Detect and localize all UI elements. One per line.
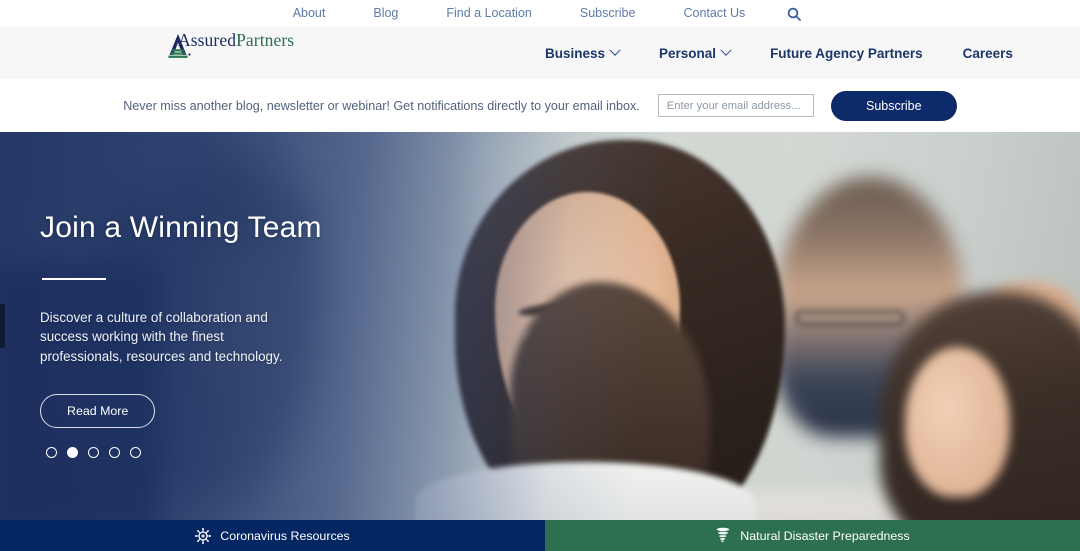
hero-title: Join a Winning Team xyxy=(40,211,322,244)
nav-item-careers-label: Careers xyxy=(962,45,1013,61)
banner-natural-disaster-preparedness[interactable]: Natural Disaster Preparedness xyxy=(545,520,1080,551)
email-input[interactable] xyxy=(657,94,814,117)
tornado-icon xyxy=(715,527,731,544)
carousel-prev-arrow[interactable] xyxy=(0,304,5,348)
main-navigation: Business Personal Future Agency Partners… xyxy=(545,27,1013,79)
search-icon xyxy=(787,7,802,21)
brand-word-partners: Partners xyxy=(236,30,295,50)
nav-item-personal-label: Personal xyxy=(659,45,717,61)
nav-item-personal[interactable]: Personal xyxy=(659,44,732,61)
carousel-dots xyxy=(46,447,141,458)
chevron-down-icon xyxy=(609,44,621,56)
brand-logo[interactable]: AssuredPartners xyxy=(168,31,294,58)
search-button[interactable] xyxy=(769,7,811,21)
utility-link-contact-us[interactable]: Contact Us xyxy=(659,0,769,27)
chevron-down-icon xyxy=(720,44,732,56)
banner-coronavirus-label: Coronavirus Resources xyxy=(220,528,350,543)
carousel-dot-3[interactable] xyxy=(88,447,99,458)
nav-item-business-label: Business xyxy=(545,45,606,61)
carousel-dot-5[interactable] xyxy=(130,447,141,458)
newsletter-subscribe-bar: Never miss another blog, newsletter or w… xyxy=(0,79,1080,132)
subscribe-button[interactable]: Subscribe xyxy=(830,90,957,121)
hero-body-text: Discover a culture of collaboration and … xyxy=(40,309,283,364)
main-header: AssuredPartners Business Personal Future… xyxy=(0,27,1080,79)
banner-coronavirus-resources[interactable]: Coronavirus Resources xyxy=(0,520,545,551)
nav-item-future-agency-partners[interactable]: Future Agency Partners xyxy=(770,46,923,61)
carousel-dot-4[interactable] xyxy=(109,447,120,458)
nav-item-future-agency-partners-label: Future Agency Partners xyxy=(770,45,923,61)
utility-link-blog[interactable]: Blog xyxy=(349,0,422,27)
utility-navigation-bar: About Blog Find a Location Subscribe Con… xyxy=(0,0,1080,27)
hero-carousel: Join a Winning Team Discover a culture o… xyxy=(0,132,1080,520)
virus-icon xyxy=(195,527,212,544)
read-more-button[interactable]: Read More xyxy=(40,394,156,429)
page-root: About Blog Find a Location Subscribe Con… xyxy=(0,0,1080,551)
utility-link-subscribe[interactable]: Subscribe xyxy=(556,0,660,27)
bottom-banner-row: Coronavirus Resources Natural Disaster P… xyxy=(0,520,1080,551)
banner-disaster-label: Natural Disaster Preparedness xyxy=(740,528,910,543)
nav-item-careers[interactable]: Careers xyxy=(963,46,1013,61)
nav-item-business[interactable]: Business xyxy=(545,44,621,61)
carousel-dot-1[interactable] xyxy=(46,447,57,458)
utility-link-find-a-location[interactable]: Find a Location xyxy=(422,0,555,27)
newsletter-message: Never miss another blog, newsletter or w… xyxy=(123,98,640,113)
utility-link-about[interactable]: About xyxy=(269,0,350,27)
hero-divider xyxy=(42,278,106,280)
hero-content: Join a Winning Team Discover a culture o… xyxy=(40,210,370,429)
carousel-dot-2[interactable] xyxy=(67,447,78,458)
